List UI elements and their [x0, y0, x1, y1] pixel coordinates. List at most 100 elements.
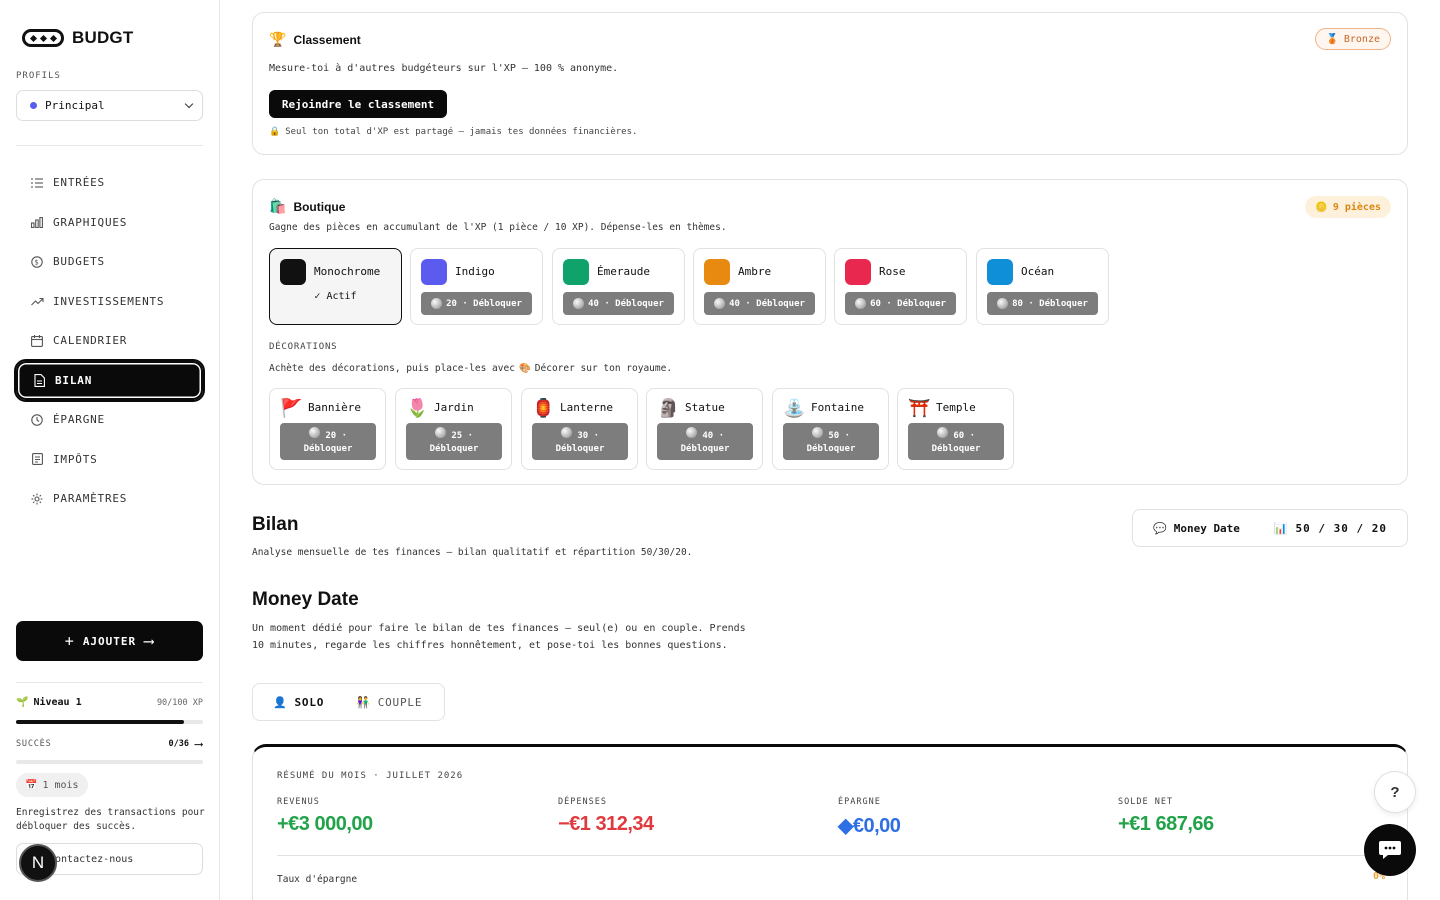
unlock-button[interactable]: 30 · Débloquer	[532, 423, 628, 460]
unlock-button[interactable]: 25 · Débloquer	[406, 423, 502, 460]
receipt-icon	[30, 452, 44, 466]
unlock-label: Débloquer	[303, 444, 353, 454]
sidebar: BUDGT PROFILS Principal ENTRÉES GRAPHIQU…	[0, 0, 220, 900]
coins-label: 9 pièces	[1332, 201, 1381, 213]
divider	[16, 682, 203, 683]
join-leaderboard-button[interactable]: Rejoindre le classement	[269, 90, 447, 118]
nav-item-budgets[interactable]: $ BUDGETS	[16, 242, 203, 282]
add-button[interactable]: + AJOUTER ⟶	[16, 621, 203, 661]
coin-icon: $	[30, 255, 44, 269]
nav-label: IMPÔTS	[53, 452, 98, 466]
coin-icon	[573, 298, 585, 309]
arrow-right-icon: ⟶	[144, 632, 155, 650]
decoration-card-banniere[interactable]: 🚩 Bannière 20 · Débloquer	[269, 388, 386, 470]
split-link[interactable]: 📊 50 / 30 / 20	[1274, 522, 1387, 535]
stat-value: +€1 687,66	[1118, 813, 1214, 835]
xp-value: 90/100 XP	[156, 697, 203, 708]
unlock-button[interactable]: 40 · Débloquer	[563, 292, 674, 315]
unlock-button[interactable]: 20 · Débloquer	[421, 292, 532, 315]
decoration-card-temple[interactable]: ⛩️ Temple 60 · Débloquer	[897, 388, 1014, 470]
theme-name: Océan	[1021, 265, 1055, 278]
stat-value: +€3 000,00	[277, 813, 373, 835]
stat-solde-net: SOLDE NET +€1 687,66	[1118, 797, 1214, 836]
nav-item-parametres[interactable]: PARAMÈTRES	[16, 479, 203, 519]
stat-value: −€1 312,34	[558, 813, 654, 835]
avatar[interactable]: N	[19, 844, 57, 882]
theme-card-ocean[interactable]: Océan 80 · Débloquer	[976, 248, 1109, 325]
stat-depenses: DÉPENSES −€1 312,34	[558, 797, 654, 836]
unlock-label: Débloquer	[680, 444, 730, 454]
theme-card-emeraude[interactable]: Émeraude 40 · Débloquer	[552, 248, 685, 325]
calendar-icon	[30, 334, 44, 348]
nav-label: BUDGETS	[53, 255, 105, 269]
gear-icon	[30, 492, 44, 506]
nav-label: GRAPHIQUES	[53, 215, 128, 229]
success-row[interactable]: SUCCÈS 0/36 ⟶	[16, 737, 203, 751]
nav-label: CALENDRIER	[53, 334, 128, 348]
flag-icon: 🚩	[280, 398, 303, 419]
decoration-card-fontaine[interactable]: ⛲ Fontaine 50 · Débloquer	[772, 388, 889, 470]
theme-card-indigo[interactable]: Indigo 20 · Débloquer	[410, 248, 543, 325]
profile-select[interactable]: Principal	[16, 90, 203, 121]
nav-item-calendrier[interactable]: CALENDRIER	[16, 321, 203, 361]
unlock-button[interactable]: 40 · Débloquer	[657, 423, 753, 460]
stat-label: SOLDE NET	[1118, 797, 1174, 807]
decorations-desc-text: Achète des décorations, puis place-les a…	[269, 363, 515, 374]
nav-item-bilan[interactable]: BILAN	[14, 358, 205, 402]
coin-icon	[431, 298, 443, 309]
decoration-name: Statue	[685, 401, 725, 414]
monthly-summary-card: RÉSUMÉ DU MOIS · JUILLET 2026 REVENUS +€…	[252, 744, 1408, 900]
unlock-price: 25 ·	[451, 431, 474, 441]
nav-item-impots[interactable]: IMPÔTS	[16, 440, 203, 480]
mode-solo-button[interactable]: 👤 SOLO	[257, 687, 340, 717]
decoration-card-jardin[interactable]: 🌷 Jardin 25 · Débloquer	[395, 388, 512, 470]
couple-icon: 👫	[356, 695, 371, 709]
calendar-icon: 📅	[25, 779, 38, 791]
decoration-card-statue[interactable]: 🗿 Statue 40 · Débloquer	[646, 388, 763, 470]
decoration-name: Bannière	[308, 401, 361, 414]
chat-button[interactable]	[1364, 824, 1416, 876]
decoration-card-lanterne[interactable]: 🏮 Lanterne 30 · Débloquer	[521, 388, 638, 470]
unlock-button[interactable]: 20 · Débloquer	[280, 423, 376, 460]
unlock-button[interactable]: 60 · Débloquer	[845, 292, 956, 315]
chat-bubble-icon	[1379, 841, 1401, 859]
app-logo[interactable]: BUDGT	[22, 28, 133, 48]
mode-couple-button[interactable]: 👫 COUPLE	[340, 687, 438, 717]
theme-card-monochrome[interactable]: Monochrome ✓ Actif	[269, 248, 402, 325]
unlock-label: Débloquer	[555, 444, 605, 454]
theme-card-rose[interactable]: Rose 60 · Débloquer	[834, 248, 967, 325]
unlock-button[interactable]: 60 · Débloquer	[908, 423, 1004, 460]
unlock-button[interactable]: 50 · Débloquer	[783, 423, 879, 460]
privacy-note-text: Seul ton total d'XP est partagé — jamais…	[285, 127, 638, 137]
trophy-icon: 🏆	[269, 31, 287, 47]
nav-label: INVESTISSEMENTS	[53, 294, 165, 308]
nav-item-epargne[interactable]: ÉPARGNE	[16, 400, 203, 440]
person-icon: 👤	[273, 695, 288, 709]
success-count: 0/36	[168, 739, 189, 749]
unlock-label: Débloquer	[806, 444, 856, 454]
summary-heading: RÉSUMÉ DU MOIS · JUILLET 2026	[277, 771, 464, 781]
unlock-price: 50 ·	[828, 431, 851, 441]
nav-item-graphiques[interactable]: GRAPHIQUES	[16, 203, 203, 243]
theme-card-ambre[interactable]: Ambre 40 · Débloquer	[693, 248, 826, 325]
coin-icon	[997, 298, 1009, 309]
unlock-button[interactable]: 80 · Débloquer	[987, 292, 1098, 315]
nav-item-entrees[interactable]: ENTRÉES	[16, 163, 203, 203]
list-icon	[30, 176, 44, 190]
nav-item-investissements[interactable]: INVESTISSEMENTS	[16, 282, 203, 322]
mode-label: SOLO	[294, 695, 325, 709]
theme-name: Ambre	[738, 265, 772, 278]
theme-swatch	[421, 259, 447, 285]
nav-label: BILAN	[55, 373, 93, 387]
unlock-button[interactable]: 40 · Débloquer	[704, 292, 815, 315]
unlock-label: 40 · Débloquer	[729, 298, 805, 309]
unlock-price: 30 ·	[577, 431, 600, 441]
contact-label: Contactez-nous	[49, 853, 134, 865]
theme-swatch	[987, 259, 1013, 285]
stat-revenus: REVENUS +€3 000,00	[277, 797, 373, 836]
money-date-link[interactable]: 💬 Money Date	[1153, 522, 1240, 535]
palette-icon: 🎨	[518, 363, 531, 374]
nav-label: ENTRÉES	[53, 176, 105, 190]
help-button[interactable]: ?	[1374, 771, 1416, 813]
nav-label: PARAMÈTRES	[53, 492, 128, 506]
